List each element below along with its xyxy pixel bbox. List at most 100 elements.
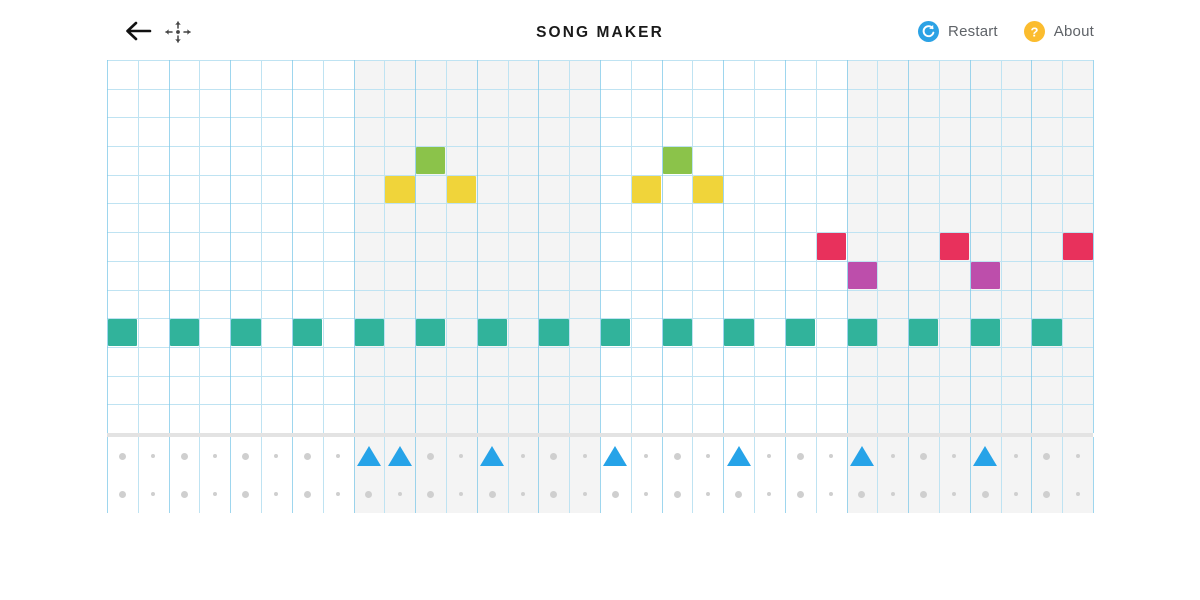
grid-line-vertical bbox=[1001, 60, 1002, 433]
percussion-cell-dot[interactable] bbox=[705, 492, 710, 496]
note-cell[interactable] bbox=[416, 147, 446, 175]
percussion-cell-dot[interactable] bbox=[397, 492, 402, 496]
percussion-cell-dot[interactable] bbox=[303, 452, 311, 460]
note-cell[interactable] bbox=[385, 175, 415, 203]
about-button[interactable]: ? About bbox=[1023, 21, 1094, 42]
percussion-cell-dot[interactable] bbox=[705, 454, 710, 458]
grid-line-beat bbox=[1093, 60, 1094, 433]
percussion-cell-dot[interactable] bbox=[427, 452, 435, 460]
percussion-cell-dot[interactable] bbox=[673, 490, 681, 498]
percussion-cell-dot[interactable] bbox=[644, 492, 649, 496]
percussion-cell-dot[interactable] bbox=[829, 492, 834, 496]
percussion-cell-dot[interactable] bbox=[303, 490, 311, 498]
percussion-cell-dot[interactable] bbox=[1013, 492, 1018, 496]
percussion-cell-dot[interactable] bbox=[767, 454, 772, 458]
percussion-cell-dot[interactable] bbox=[1013, 454, 1018, 458]
percussion-cell-dot[interactable] bbox=[550, 490, 558, 498]
note-cell[interactable] bbox=[816, 233, 846, 261]
percussion-cell-dot[interactable] bbox=[520, 492, 525, 496]
note-cell[interactable] bbox=[108, 319, 138, 347]
percussion-cell-dot[interactable] bbox=[582, 454, 587, 458]
percussion-cell-dot[interactable] bbox=[796, 452, 804, 460]
note-cell[interactable] bbox=[785, 319, 816, 347]
percussion-cell-dot[interactable] bbox=[274, 454, 279, 458]
percussion-cell-dot[interactable] bbox=[644, 454, 649, 458]
percussion-cell-dot[interactable] bbox=[180, 490, 188, 498]
percussion-grid[interactable] bbox=[107, 437, 1094, 513]
percussion-cell-dot[interactable] bbox=[212, 492, 217, 496]
percussion-cell-dot[interactable] bbox=[1075, 454, 1080, 458]
note-cell[interactable] bbox=[847, 319, 877, 347]
note-cell[interactable] bbox=[477, 319, 508, 347]
percussion-cell-dot[interactable] bbox=[1043, 452, 1051, 460]
restart-label: Restart bbox=[948, 23, 998, 40]
melody-grid[interactable] bbox=[107, 60, 1094, 434]
note-cell[interactable] bbox=[939, 233, 970, 261]
percussion-note-triangle[interactable] bbox=[356, 446, 381, 466]
percussion-cell-dot[interactable] bbox=[767, 492, 772, 496]
percussion-cell-dot[interactable] bbox=[242, 490, 250, 498]
percussion-note-triangle[interactable] bbox=[603, 446, 628, 466]
percussion-cell-dot[interactable] bbox=[336, 454, 341, 458]
note-cell[interactable] bbox=[416, 319, 446, 347]
percussion-cell-dot[interactable] bbox=[858, 490, 866, 498]
percussion-cell-dot[interactable] bbox=[488, 490, 496, 498]
percussion-cell-dot[interactable] bbox=[890, 454, 895, 458]
percussion-cell-dot[interactable] bbox=[582, 492, 587, 496]
percussion-line-vertical bbox=[692, 437, 693, 513]
percussion-cell-dot[interactable] bbox=[735, 490, 743, 498]
percussion-cell-dot[interactable] bbox=[829, 454, 834, 458]
note-cell[interactable] bbox=[446, 175, 477, 203]
note-cell[interactable] bbox=[662, 319, 692, 347]
sequencer-grid[interactable] bbox=[107, 60, 1094, 513]
percussion-cell-dot[interactable] bbox=[336, 492, 341, 496]
note-cell[interactable] bbox=[693, 175, 723, 203]
note-cell[interactable] bbox=[1063, 233, 1093, 261]
percussion-cell-dot[interactable] bbox=[274, 492, 279, 496]
percussion-cell-dot[interactable] bbox=[981, 490, 989, 498]
percussion-note-triangle[interactable] bbox=[849, 446, 874, 466]
percussion-cell-dot[interactable] bbox=[520, 454, 525, 458]
percussion-cell-dot[interactable] bbox=[1075, 492, 1080, 496]
percussion-cell-dot[interactable] bbox=[151, 454, 156, 458]
note-cell[interactable] bbox=[601, 319, 631, 347]
percussion-line-vertical bbox=[138, 437, 139, 513]
percussion-note-triangle[interactable] bbox=[480, 446, 505, 466]
percussion-cell-dot[interactable] bbox=[920, 452, 928, 460]
note-cell[interactable] bbox=[169, 319, 199, 347]
note-cell[interactable] bbox=[970, 261, 1001, 290]
percussion-line-vertical bbox=[569, 437, 570, 513]
note-cell[interactable] bbox=[662, 147, 692, 175]
note-cell[interactable] bbox=[539, 319, 569, 347]
percussion-cell-dot[interactable] bbox=[118, 452, 126, 460]
percussion-cell-dot[interactable] bbox=[242, 452, 250, 460]
note-cell[interactable] bbox=[847, 261, 877, 290]
note-cell[interactable] bbox=[909, 319, 939, 347]
percussion-cell-dot[interactable] bbox=[920, 490, 928, 498]
grid-line-beat bbox=[662, 60, 663, 433]
percussion-cell-dot[interactable] bbox=[796, 490, 804, 498]
restart-button[interactable]: Restart bbox=[918, 21, 998, 42]
note-cell[interactable] bbox=[631, 175, 662, 203]
note-cell[interactable] bbox=[292, 319, 323, 347]
percussion-note-triangle[interactable] bbox=[726, 446, 751, 466]
percussion-line-beat bbox=[847, 437, 848, 513]
percussion-cell-dot[interactable] bbox=[673, 452, 681, 460]
percussion-cell-dot[interactable] bbox=[611, 490, 619, 498]
percussion-cell-dot[interactable] bbox=[365, 490, 373, 498]
note-cell[interactable] bbox=[354, 319, 384, 347]
note-cell[interactable] bbox=[1032, 319, 1062, 347]
percussion-note-triangle[interactable] bbox=[973, 446, 998, 466]
note-cell[interactable] bbox=[724, 319, 754, 347]
percussion-cell-dot[interactable] bbox=[427, 490, 435, 498]
percussion-cell-dot[interactable] bbox=[1043, 490, 1051, 498]
percussion-cell-dot[interactable] bbox=[212, 454, 217, 458]
note-cell[interactable] bbox=[970, 319, 1001, 347]
percussion-cell-dot[interactable] bbox=[118, 490, 126, 498]
percussion-cell-dot[interactable] bbox=[180, 452, 188, 460]
percussion-note-triangle[interactable] bbox=[387, 446, 412, 466]
percussion-cell-dot[interactable] bbox=[550, 452, 558, 460]
note-cell[interactable] bbox=[231, 319, 261, 347]
percussion-cell-dot[interactable] bbox=[151, 492, 156, 496]
percussion-cell-dot[interactable] bbox=[890, 492, 895, 496]
